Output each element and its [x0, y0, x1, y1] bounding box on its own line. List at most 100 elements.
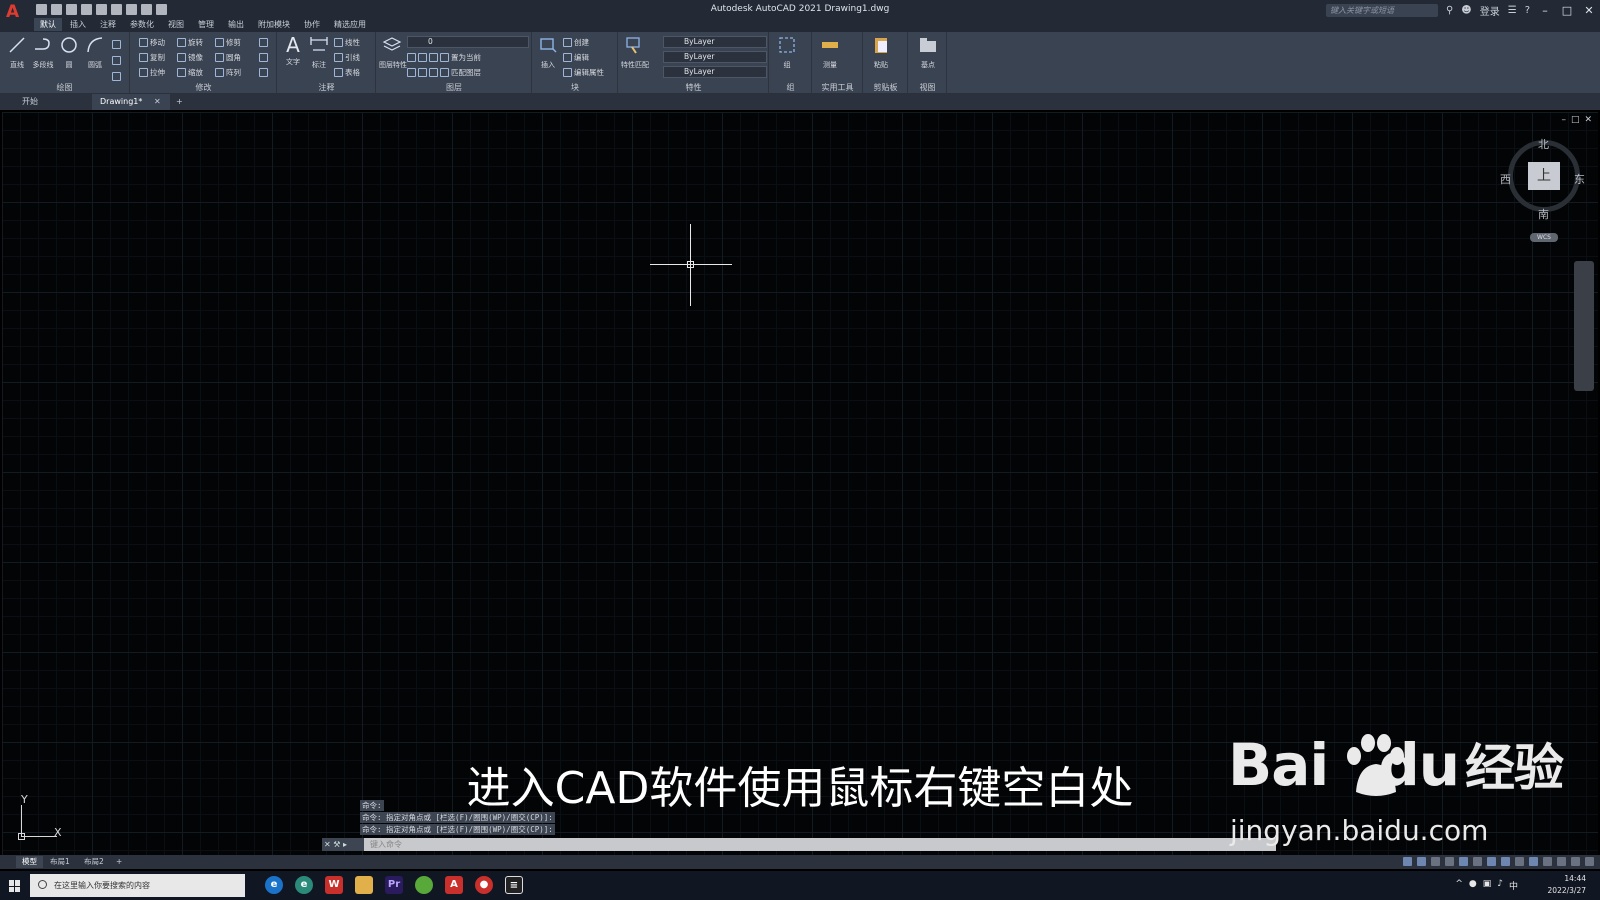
insert-block-button[interactable]: 插入	[535, 35, 561, 70]
volume-icon[interactable]: ♪	[1497, 879, 1503, 892]
navigation-bar[interactable]	[1574, 261, 1594, 391]
utilities-panel-title[interactable]: 实用工具	[813, 82, 862, 93]
customize-icon[interactable]: ⚒	[333, 840, 340, 849]
minimize-button[interactable]: –	[1538, 4, 1552, 17]
tab-layout2[interactable]: 布局2	[78, 856, 110, 868]
tab-model[interactable]: 模型	[16, 856, 43, 868]
offset-button[interactable]	[259, 66, 268, 78]
viewcube-top-face[interactable]: 上	[1528, 162, 1560, 190]
model-space-icon[interactable]	[1403, 857, 1412, 866]
ime-indicator[interactable]: 中	[1509, 879, 1518, 892]
close-tab-icon[interactable]: ✕	[152, 94, 168, 110]
circle-tool-button[interactable]: 圆	[56, 35, 82, 70]
autocad-taskbar-icon[interactable]: A	[445, 876, 463, 894]
ortho-icon[interactable]	[1445, 857, 1454, 866]
customize-status-icon[interactable]	[1585, 857, 1594, 866]
viewport-minimize-icon[interactable]: –	[1561, 115, 1566, 125]
tab-manage[interactable]: 管理	[192, 18, 220, 31]
color-dropdown[interactable]: ByLayer	[663, 36, 767, 48]
isodraft-icon[interactable]	[1473, 857, 1482, 866]
ellipse-tool-button[interactable]	[112, 70, 121, 82]
close-command-line-icon[interactable]: ✕	[324, 840, 331, 849]
viewcube-west[interactable]: 西	[1500, 171, 1511, 187]
recent-commands-icon[interactable]: ▸	[343, 840, 347, 849]
paste-button[interactable]: 粘贴	[868, 35, 894, 70]
trim-button[interactable]: 修剪	[215, 36, 241, 48]
layer-unlock-icon[interactable]	[440, 67, 449, 77]
annotation-scale-icon[interactable]	[1529, 857, 1538, 866]
move-button[interactable]: 移动	[139, 36, 165, 48]
dimension-tool-button[interactable]: 标注	[306, 35, 332, 70]
login-label[interactable]: 登录	[1480, 3, 1500, 18]
fullscreen-icon[interactable]	[1571, 857, 1580, 866]
command-input[interactable]: 键入命令	[366, 838, 402, 851]
table-button[interactable]: 表格	[334, 66, 360, 78]
wps-icon[interactable]: W	[325, 876, 343, 894]
rotate-button[interactable]: 旋转	[177, 36, 203, 48]
help-search-input[interactable]: 键入关键字或短语	[1325, 4, 1438, 17]
edge-dev-icon[interactable]: e	[295, 876, 313, 894]
layer-properties-button[interactable]: 图层特性	[379, 35, 407, 70]
mirror-button[interactable]: 镜像	[177, 51, 203, 63]
chrome-icon[interactable]	[415, 876, 433, 894]
tab-insert[interactable]: 插入	[64, 18, 92, 31]
layer-lock-icon[interactable]	[440, 52, 449, 62]
microphone-icon[interactable]: ●	[1469, 879, 1477, 892]
hatch-tool-button[interactable]	[112, 54, 121, 66]
layer-isolate-icon[interactable]	[418, 52, 427, 62]
create-block-button[interactable]: 创建	[563, 36, 589, 48]
tab-featured-apps[interactable]: 精选应用	[328, 18, 372, 31]
draw-panel-title[interactable]: 绘图	[0, 82, 129, 93]
viewcube-south[interactable]: 南	[1538, 206, 1549, 222]
polar-icon[interactable]	[1459, 857, 1468, 866]
snap-icon[interactable]	[1431, 857, 1440, 866]
properties-panel-title[interactable]: 特性	[619, 82, 768, 93]
add-layout-icon[interactable]: +	[110, 856, 128, 868]
match-properties-button[interactable]: 特性匹配	[621, 35, 649, 70]
network-icon[interactable]: ▣	[1483, 879, 1492, 892]
layer-thaw-icon[interactable]	[429, 67, 438, 77]
layer-freeze-icon[interactable]	[429, 52, 438, 62]
settings-gear-icon[interactable]	[1557, 857, 1566, 866]
layer-dropdown[interactable]: 0	[407, 36, 529, 48]
stretch-button[interactable]: 拉伸	[139, 66, 165, 78]
line-tool-button[interactable]: 直线	[4, 35, 30, 70]
view-panel-title[interactable]: 视图	[909, 82, 946, 93]
help-icon[interactable]: ?	[1525, 5, 1530, 16]
tab-annotate[interactable]: 注释	[94, 18, 122, 31]
close-button[interactable]: ✕	[1582, 4, 1596, 17]
search-icon[interactable]: ⚲	[1446, 5, 1453, 16]
copy-button[interactable]: 复制	[139, 51, 165, 63]
object-snap-icon[interactable]	[1501, 857, 1510, 866]
modify-panel-title[interactable]: 修改	[131, 82, 276, 93]
capcut-icon[interactable]: ≡	[505, 876, 523, 894]
viewport-close-icon[interactable]: ✕	[1584, 115, 1592, 125]
user-icon[interactable]: ☻	[1461, 5, 1471, 16]
block-panel-title[interactable]: 块	[533, 82, 617, 93]
leader-button[interactable]: 引线	[334, 51, 360, 63]
erase-button[interactable]	[259, 36, 268, 48]
tab-home[interactable]: 默认	[34, 18, 62, 31]
cart-icon[interactable]: ☰	[1508, 5, 1517, 16]
maximize-button[interactable]: □	[1560, 4, 1574, 17]
tab-collaborate[interactable]: 协作	[298, 18, 326, 31]
taskbar-clock[interactable]: 14:44 2022/3/27	[1548, 873, 1586, 897]
lineweight-dropdown[interactable]: ByLayer	[663, 66, 767, 78]
text-tool-button[interactable]: A 文字	[280, 35, 306, 67]
groups-panel-title[interactable]: 组	[770, 82, 811, 93]
annotation-panel-title[interactable]: 注释	[278, 82, 375, 93]
tab-layout1[interactable]: 布局1	[44, 856, 76, 868]
layer-unisolate-icon[interactable]	[418, 67, 427, 77]
edit-attributes-button[interactable]: 编辑属性	[563, 66, 604, 78]
measure-button[interactable]: 测量	[817, 35, 843, 70]
taskbar-search-box[interactable]: 在这里输入你要搜索的内容	[30, 874, 245, 897]
grid-icon[interactable]	[1417, 857, 1426, 866]
linear-dim-button[interactable]: 线性	[334, 36, 360, 48]
tab-output[interactable]: 输出	[222, 18, 250, 31]
premiere-icon[interactable]: Pr	[385, 876, 403, 894]
viewport-restore-icon[interactable]: □	[1571, 115, 1580, 125]
group-button[interactable]: 组	[774, 35, 800, 70]
arc-tool-button[interactable]: 圆弧	[82, 35, 108, 70]
explode-button[interactable]	[259, 51, 268, 63]
recorder-icon[interactable]: ●	[475, 876, 493, 894]
